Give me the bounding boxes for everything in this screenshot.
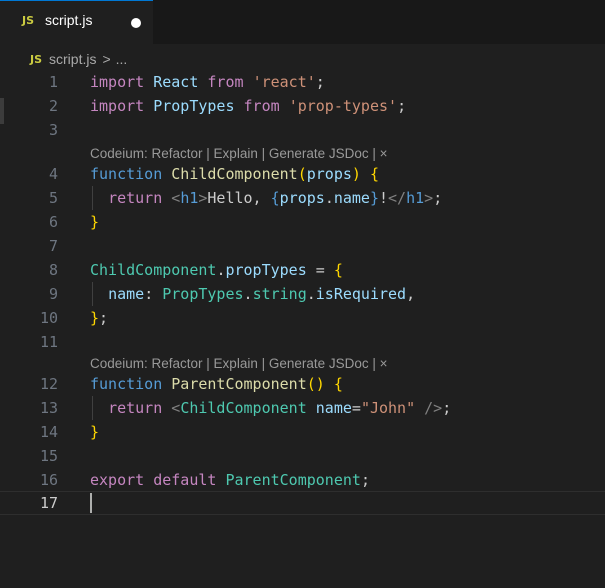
code-line[interactable]: 6 }	[0, 210, 605, 234]
code-text[interactable]: return <h1>Hello, {props.name}!</h1>;	[90, 186, 442, 210]
line-number: 13	[39, 399, 58, 417]
code-text[interactable]: name: PropTypes.string.isRequired,	[90, 282, 415, 306]
line-number: 7	[48, 237, 58, 255]
code-text[interactable]: import PropTypes from 'prop-types';	[90, 94, 406, 118]
code-line[interactable]: 16 export default ParentComponent;	[0, 468, 605, 492]
code-line[interactable]: 9 name: PropTypes.string.isRequired,	[0, 282, 605, 306]
line-number: 14	[39, 423, 58, 441]
line-number: 4	[48, 165, 58, 183]
line-number: 1	[48, 73, 58, 91]
tab-script-js[interactable]: JS script.js	[0, 0, 153, 44]
unsaved-dot-icon[interactable]	[131, 18, 141, 28]
line-number: 16	[39, 471, 58, 489]
code-line[interactable]: 14 }	[0, 420, 605, 444]
code-line[interactable]: 12 function ParentComponent() {	[0, 372, 605, 396]
line-number: 3	[48, 121, 58, 139]
line-number: 6	[48, 213, 58, 231]
line-number: 10	[39, 309, 58, 327]
line-number: 17	[39, 494, 58, 512]
code-text[interactable]: };	[90, 306, 108, 330]
code-line[interactable]: 4 function ChildComponent(props) {	[0, 162, 605, 186]
code-line[interactable]: 3	[0, 118, 605, 142]
code-line[interactable]: 13 return <ChildComponent name="John" />…	[0, 396, 605, 420]
line-number: 11	[39, 333, 58, 351]
code-line[interactable]: 2 import PropTypes from 'prop-types';	[0, 94, 605, 118]
code-editor[interactable]: 1 import React from 'react'; 2 import Pr…	[0, 70, 605, 588]
code-line[interactable]: 11	[0, 330, 605, 354]
indent-guide	[92, 282, 93, 306]
javascript-file-icon: JS	[30, 52, 43, 66]
line-number: 12	[39, 375, 58, 393]
code-text[interactable]: import React from 'react';	[90, 70, 325, 94]
code-line-current[interactable]: 17	[0, 491, 605, 515]
line-number: 5	[48, 189, 58, 207]
code-text[interactable]: }	[90, 420, 99, 444]
line-number: 2	[48, 97, 58, 115]
code-line[interactable]: 8 ChildComponent.propTypes = {	[0, 258, 605, 282]
code-line[interactable]: 10 };	[0, 306, 605, 330]
line-number: 8	[48, 261, 58, 279]
tab-title: script.js	[45, 12, 93, 28]
indent-guide	[92, 396, 93, 420]
code-text[interactable]: function ChildComponent(props) {	[90, 162, 379, 186]
breadcrumb-file[interactable]: script.js	[49, 51, 96, 67]
code-text[interactable]: export default ParentComponent;	[90, 468, 370, 492]
indent-guide	[92, 186, 93, 210]
code-text[interactable]: function ParentComponent() {	[90, 372, 343, 396]
code-line[interactable]: 7	[0, 234, 605, 258]
code-text[interactable]: return <ChildComponent name="John" />;	[90, 396, 451, 420]
code-line[interactable]: 1 import React from 'react';	[0, 70, 605, 94]
code-text[interactable]: ChildComponent.propTypes = {	[90, 258, 343, 282]
text-cursor	[90, 493, 92, 513]
line-number: 15	[39, 447, 58, 465]
chevron-right-icon: >	[102, 51, 111, 67]
line-number: 9	[48, 285, 58, 303]
code-line[interactable]: 15	[0, 444, 605, 468]
tab-bar: JS script.js	[0, 0, 605, 44]
javascript-file-icon: JS	[22, 14, 35, 27]
breadcrumb: JS script.js > ...	[30, 48, 127, 70]
breadcrumb-more[interactable]: ...	[116, 51, 128, 67]
code-text[interactable]: }	[90, 210, 99, 234]
code-line[interactable]: 5 return <h1>Hello, {props.name}!</h1>;	[0, 186, 605, 210]
